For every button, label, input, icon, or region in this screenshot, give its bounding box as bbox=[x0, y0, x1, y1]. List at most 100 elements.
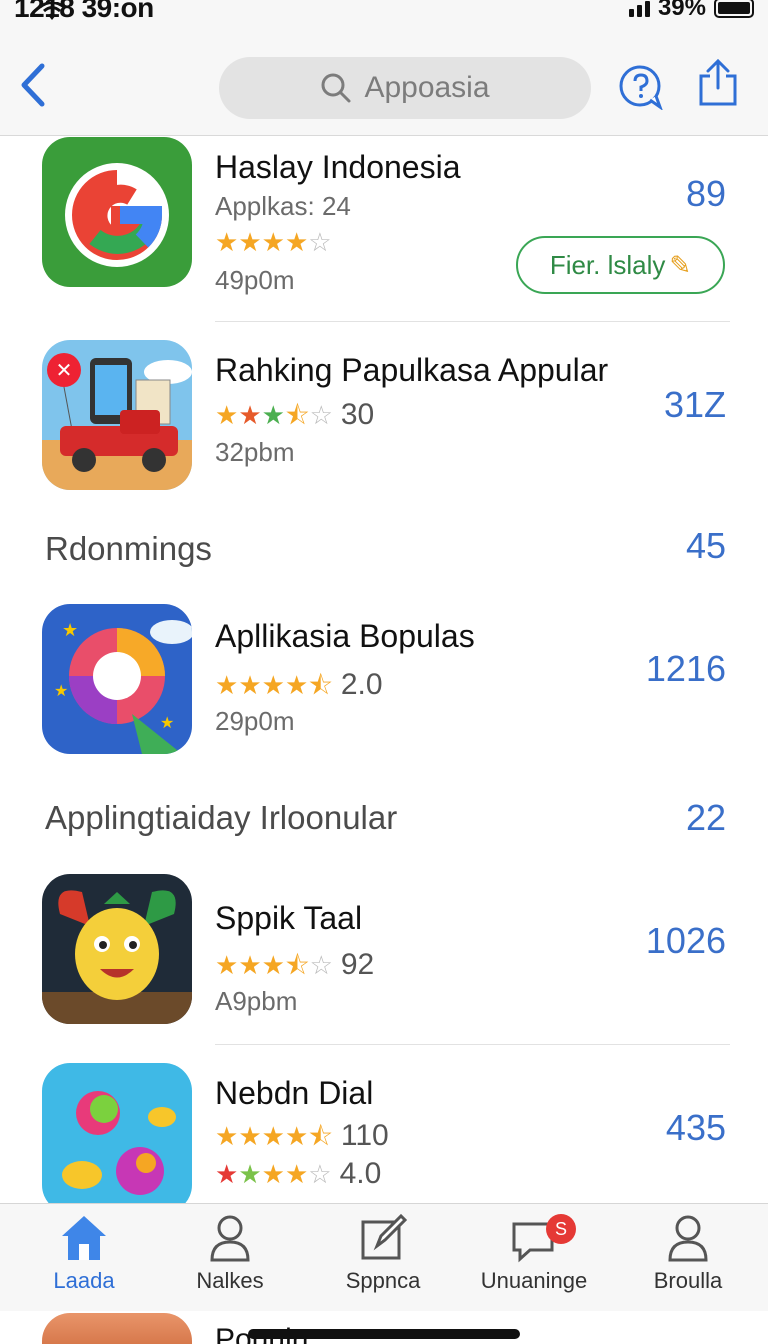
star-icon: ★ bbox=[215, 400, 239, 430]
star-icon: ★ bbox=[215, 1159, 239, 1189]
tab-nalkes[interactable]: Nalkes bbox=[160, 1212, 300, 1308]
svg-text:✕: ✕ bbox=[56, 358, 73, 382]
star-icon: ★ bbox=[261, 950, 285, 980]
help-button[interactable] bbox=[618, 64, 664, 111]
truck-app-icon: ✕ bbox=[42, 340, 192, 490]
tab-sppnca[interactable]: Sppnca bbox=[313, 1212, 453, 1308]
star-icon: ★ bbox=[215, 950, 239, 980]
rating-stars: ★ ★ ★ ★ ⯪ 110 bbox=[215, 1119, 389, 1153]
app-row[interactable]: Haslay Indonesia Applkas: 24 ★ ★ ★ ★ ☆ 4… bbox=[0, 137, 768, 322]
app-store-screen: 1218 39:on 39% Appoasia Haslay Indonesia… bbox=[0, 0, 768, 1344]
rating-stars: ★ ★ ★ ★ ☆ bbox=[215, 229, 332, 255]
rating-stars: ★ ★ ★ ⯪ ☆ 30 bbox=[215, 398, 374, 432]
cartoon-game-icon bbox=[42, 1063, 192, 1203]
star-icon: ★ bbox=[261, 1121, 285, 1151]
star-icon: ★ bbox=[238, 950, 262, 980]
star-icon: ★ bbox=[215, 1121, 239, 1151]
app-count: 31Z bbox=[663, 384, 726, 425]
star-icon: ★ bbox=[261, 400, 285, 430]
star-half-icon: ⯪ bbox=[284, 950, 310, 980]
get-button-label: Fier. lslaly bbox=[549, 249, 666, 280]
tab-home[interactable]: Laada bbox=[14, 1212, 154, 1308]
search-text: Appoasia bbox=[364, 71, 490, 104]
star-icon: ★ bbox=[215, 227, 239, 257]
home-icon bbox=[62, 1216, 106, 1260]
share-icon bbox=[699, 58, 737, 106]
star-icon: ★ bbox=[215, 670, 239, 700]
search-field[interactable]: Appoasia bbox=[219, 57, 591, 119]
star-icon: ★ bbox=[238, 400, 262, 430]
person-icon bbox=[210, 1215, 250, 1262]
navigation-bar: Appoasia bbox=[0, 26, 768, 136]
chevron-left-icon bbox=[21, 63, 45, 107]
rating-value-secondary: 4.0 bbox=[339, 1157, 382, 1190]
app-count: 435 bbox=[665, 1107, 726, 1148]
star-icon: ★ bbox=[238, 670, 262, 700]
status-icons: 39% bbox=[39, 0, 754, 22]
svg-text:★: ★ bbox=[160, 713, 174, 732]
status-time: 1218 39:on bbox=[14, 0, 154, 23]
star-empty-icon: ☆ bbox=[308, 227, 332, 257]
app-list: Haslay Indonesia Applkas: 24 ★ ★ ★ ★ ☆ 4… bbox=[0, 137, 768, 1203]
star-icon: ★ bbox=[261, 670, 285, 700]
wifi-icon bbox=[39, 1, 65, 27]
star-half-icon: ⯪ bbox=[308, 1121, 333, 1151]
battery-percentage: 39% bbox=[657, 0, 706, 21]
bottom-peek-row: Pouuin bbox=[0, 1311, 768, 1344]
app-name: Rahking Papulkasa Appular bbox=[215, 352, 609, 388]
rating-stars: ★ ★ ★ ⯪ ☆ 92 bbox=[215, 948, 374, 982]
app-row[interactable]: Sppik Taal ★ ★ ★ ⯪ ☆ 92 A9pbm 1026 bbox=[0, 874, 768, 1045]
section-count: 45 bbox=[685, 525, 726, 566]
app-name: Sppik Taal bbox=[215, 900, 363, 936]
star-icon: ★ bbox=[284, 1159, 309, 1189]
app-subtitle: Applkas: 24 bbox=[215, 191, 351, 221]
section-title: Rdonmings bbox=[45, 530, 212, 567]
star-icon: ★ bbox=[284, 227, 309, 257]
star-icon: ★ bbox=[238, 1159, 262, 1189]
app-size: A9pbm bbox=[215, 986, 298, 1016]
star-icon: ★ bbox=[261, 227, 285, 257]
edit-icon bbox=[361, 1213, 408, 1260]
star-half-icon: ⯪ bbox=[284, 400, 310, 430]
app-count: 89 bbox=[685, 173, 726, 214]
star-icon: ★ bbox=[261, 1159, 285, 1189]
app-count: 1216 bbox=[645, 648, 726, 689]
star-empty-icon: ☆ bbox=[308, 1159, 332, 1189]
help-bubble-icon bbox=[619, 65, 664, 111]
tab-unuaninge[interactable]: S Unuaninge bbox=[464, 1212, 604, 1308]
app-count: 1026 bbox=[645, 920, 726, 961]
star-icon: ★ bbox=[238, 1121, 262, 1151]
ring-app-icon: ★ ★ ★ bbox=[42, 604, 192, 754]
app-row[interactable]: ★ ★ ★ Apllikasia Bopulas ★ ★ ★ ★ ⯪ 2.0 2… bbox=[0, 604, 768, 764]
app-row[interactable]: Nebdn Dial ★ ★ ★ ★ ⯪ 110 ★ ★ ★ ★ ☆ 4.0 4… bbox=[0, 1063, 768, 1203]
search-icon bbox=[321, 73, 351, 103]
rating-stars-secondary: ★ ★ ★ ★ ☆ 4.0 bbox=[215, 1157, 381, 1191]
rating-value: 92 bbox=[340, 948, 375, 981]
battery-icon bbox=[714, 0, 754, 18]
rating-stars: ★ ★ ★ ★ ⯪ 2.0 bbox=[215, 668, 383, 702]
rating-value: 30 bbox=[340, 398, 375, 431]
star-icon: ★ bbox=[284, 670, 309, 700]
back-button[interactable] bbox=[14, 60, 54, 110]
google-app-icon bbox=[42, 137, 192, 287]
section-count: 22 bbox=[685, 797, 726, 838]
star-empty-icon: ☆ bbox=[309, 400, 333, 430]
share-button[interactable] bbox=[696, 58, 740, 108]
home-indicator[interactable] bbox=[248, 1329, 520, 1339]
pencil-icon: ✎ bbox=[669, 249, 692, 280]
app-name: Haslay Indonesia bbox=[215, 149, 461, 185]
star-empty-icon: ☆ bbox=[309, 950, 333, 980]
app-size: 32pbm bbox=[215, 437, 295, 467]
profile-icon bbox=[668, 1215, 708, 1262]
tab-broulla[interactable]: Broulla bbox=[618, 1212, 758, 1308]
notification-badge: S bbox=[546, 1214, 576, 1244]
get-button[interactable]: Fier. lslaly ✎ bbox=[516, 236, 725, 294]
app-size: 29p0m bbox=[215, 706, 295, 736]
app-row[interactable]: ✕ Rahking Papulkasa Appular ★ ★ ★ ⯪ ☆ 30… bbox=[0, 340, 768, 500]
svg-text:★: ★ bbox=[62, 620, 78, 641]
signal-icon bbox=[628, 0, 650, 17]
tab-label: Sppnca bbox=[345, 1268, 421, 1293]
divider bbox=[215, 1044, 730, 1045]
status-bar: 1218 39:on 39% bbox=[0, 0, 768, 26]
peek-app-icon bbox=[42, 1313, 192, 1344]
